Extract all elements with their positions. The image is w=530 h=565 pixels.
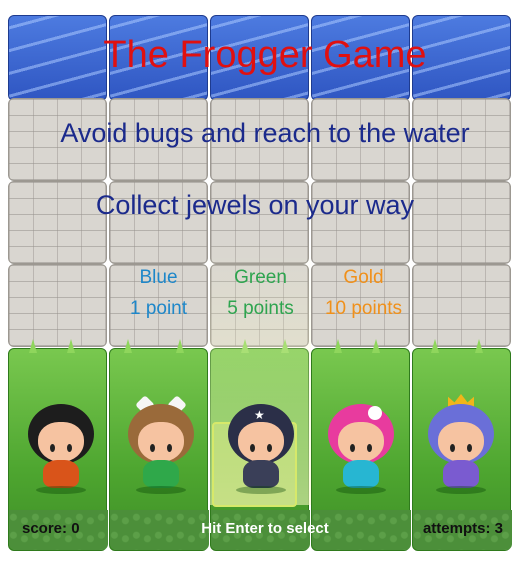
- jewel-green-name: Green: [234, 267, 287, 288]
- boy-character[interactable]: [26, 404, 96, 494]
- horn-girl-character[interactable]: ★: [226, 404, 296, 494]
- attempts-label: attempts: 3: [422, 520, 503, 537]
- game-title: The Frogger Game: [103, 34, 427, 76]
- cat-girl-character[interactable]: [126, 395, 196, 494]
- instruction-line-2: Collect jewels on your way: [95, 190, 415, 220]
- instruction-line-1: Avoid bugs and reach to the water: [60, 118, 470, 148]
- stone-tile: [412, 264, 511, 347]
- jewel-gold-points: 10 points: [324, 298, 403, 319]
- jewel-gold-name: Gold: [343, 267, 384, 288]
- jewel-blue-points: 1 point: [129, 298, 188, 319]
- flower-icon: [368, 406, 382, 420]
- jewel-green-points: 5 points: [227, 298, 294, 319]
- star-icon: ★: [254, 408, 265, 422]
- jewel-blue-name: Blue: [139, 267, 178, 288]
- princess-character[interactable]: [426, 394, 496, 494]
- pink-girl-character[interactable]: [326, 404, 396, 494]
- stone-tile: [8, 264, 107, 347]
